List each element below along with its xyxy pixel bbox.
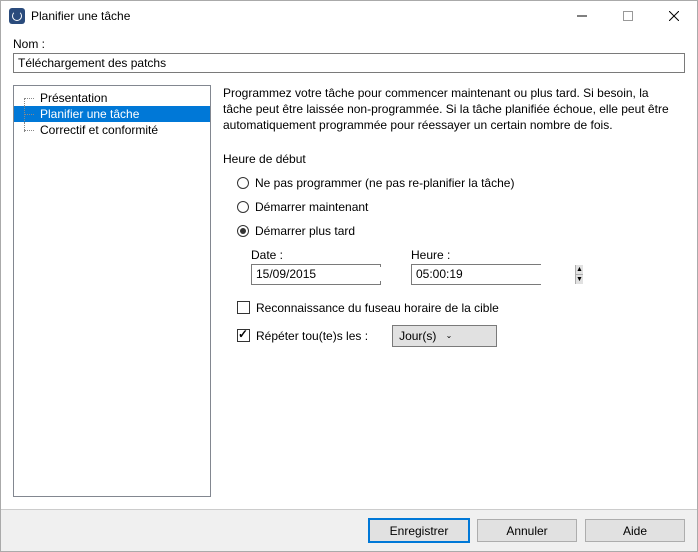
date-label: Date : [251, 248, 381, 262]
radio-no-schedule-label: Ne pas programmer (ne pas re-planifier l… [255, 176, 514, 190]
chevron-down-icon: ▼ [576, 276, 583, 283]
radio-start-later[interactable]: Démarrer plus tard [237, 224, 679, 238]
radio-no-schedule[interactable]: Ne pas programmer (ne pas re-planifier l… [237, 176, 679, 190]
minimize-button[interactable] [559, 1, 605, 31]
radio-start-now[interactable]: Démarrer maintenant [237, 200, 679, 214]
minimize-icon [577, 11, 587, 21]
tz-checkbox-row[interactable]: Reconnaissance du fuseau horaire de la c… [237, 301, 679, 315]
maximize-icon [623, 11, 633, 21]
time-label: Heure : [411, 248, 541, 262]
radio-icon [237, 177, 249, 189]
close-icon [669, 11, 679, 21]
name-label: Nom : [13, 37, 685, 51]
time-spinner: ▲ ▼ [575, 265, 583, 284]
titlebar: Planifier une tâche [1, 1, 697, 31]
cancel-button[interactable]: Annuler [477, 519, 577, 542]
window-title: Planifier une tâche [31, 9, 559, 23]
spin-down-button[interactable]: ▼ [576, 275, 583, 284]
chevron-down-icon: ⌄ [446, 331, 493, 340]
checkbox-icon [237, 301, 250, 314]
radio-start-now-label: Démarrer maintenant [255, 200, 368, 214]
date-input[interactable] [252, 267, 415, 281]
radio-start-later-label: Démarrer plus tard [255, 224, 355, 238]
repeat-label: Répéter tou(te)s les : [256, 329, 368, 343]
description-text: Programmez votre tâche pour commencer ma… [223, 85, 679, 134]
time-picker[interactable]: ▲ ▼ [411, 264, 541, 285]
name-input[interactable] [13, 53, 685, 73]
chevron-up-icon: ▲ [576, 266, 583, 273]
start-time-heading: Heure de début [223, 152, 679, 166]
dialog-buttons: Enregistrer Annuler Aide [1, 509, 697, 551]
sidebar-item-compliance[interactable]: Correctif et conformité [14, 122, 210, 138]
save-button[interactable]: Enregistrer [369, 519, 469, 542]
sidebar-item-presentation[interactable]: Présentation [14, 90, 210, 106]
help-button[interactable]: Aide [585, 519, 685, 542]
date-picker[interactable]: ▾ [251, 264, 381, 285]
maximize-button [605, 1, 651, 31]
spin-up-button[interactable]: ▲ [576, 265, 583, 275]
app-icon [9, 8, 25, 24]
tz-checkbox-label: Reconnaissance du fuseau horaire de la c… [256, 301, 499, 315]
time-input[interactable] [412, 265, 575, 284]
repeat-unit-value: Jour(s) [399, 329, 446, 343]
close-button[interactable] [651, 1, 697, 31]
window-controls [559, 1, 697, 31]
sidebar-item-schedule[interactable]: Planifier une tâche [14, 106, 210, 122]
radio-icon [237, 225, 249, 237]
sidebar-tree: Présentation Planifier une tâche Correct… [13, 85, 211, 497]
repeat-unit-select[interactable]: Jour(s) ⌄ [392, 325, 497, 347]
repeat-checkbox[interactable] [237, 329, 250, 342]
radio-icon [237, 201, 249, 213]
